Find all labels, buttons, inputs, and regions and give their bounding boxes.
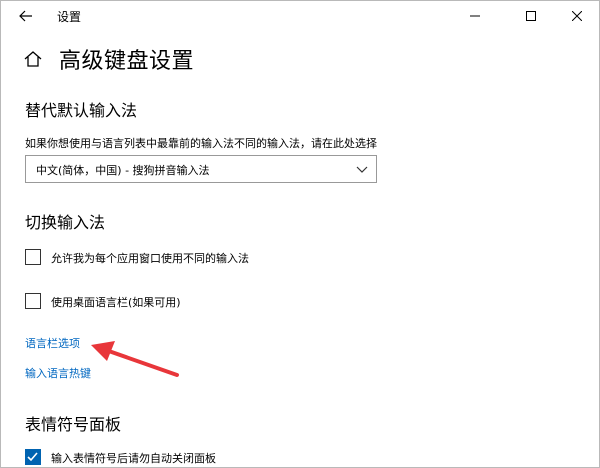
title-bar: 设置 (1, 1, 599, 31)
dropdown-selected-value: 中文(简体，中国) - 搜狗拼音输入法 (36, 164, 210, 177)
settings-window: 设置 高级键盘设置 替代默认输入法 如果你想使用与语言列表中最靠前的输入法不同的… (0, 0, 600, 468)
default-input-method-dropdown[interactable]: 中文(简体，中国) - 搜狗拼音输入法 (25, 155, 377, 183)
window-title: 设置 (57, 10, 82, 24)
minimize-icon (470, 15, 480, 17)
override-input-description: 如果你想使用与语言列表中最靠前的输入法不同的输入法，请在此处选择 (25, 137, 377, 150)
close-icon (572, 11, 582, 21)
maximize-button[interactable] (511, 1, 551, 31)
desktop-language-bar-label: 使用桌面语言栏(如果可用) (51, 296, 181, 309)
minimize-button[interactable] (455, 1, 495, 31)
emoji-panel-heading: 表情符号面板 (25, 415, 122, 434)
desktop-language-bar-checkbox[interactable] (25, 293, 41, 309)
close-button[interactable] (557, 1, 597, 31)
emoji-panel-checkbox[interactable] (25, 449, 41, 465)
switch-input-heading: 切换输入法 (25, 213, 106, 232)
home-icon[interactable] (23, 49, 43, 69)
emoji-panel-label: 输入表情符号后请勿自动关闭面板 (51, 452, 216, 465)
page-title: 高级键盘设置 (59, 49, 195, 74)
checkmark-icon (27, 452, 38, 462)
back-button[interactable] (11, 5, 41, 27)
annotation-arrow (91, 341, 179, 377)
chevron-down-icon (356, 166, 368, 173)
back-arrow-icon (19, 10, 32, 22)
input-language-hotkeys-link[interactable]: 输入语言热键 (25, 365, 91, 381)
maximize-icon (526, 11, 536, 21)
override-input-heading: 替代默认输入法 (25, 101, 138, 120)
per-app-input-checkbox[interactable] (25, 249, 41, 265)
language-bar-options-link[interactable]: 语言栏选项 (25, 335, 80, 351)
per-app-input-label: 允许我为每个应用窗口使用不同的输入法 (51, 252, 249, 265)
